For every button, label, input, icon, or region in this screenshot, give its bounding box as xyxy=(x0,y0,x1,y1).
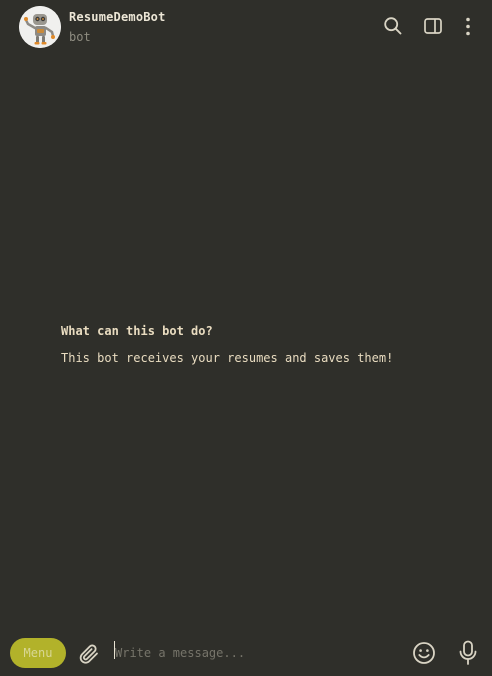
sidebar-toggle-icon xyxy=(424,18,442,34)
menu-button[interactable]: Menu xyxy=(10,638,66,668)
bot-intro: What can this bot do? This bot receives … xyxy=(61,322,481,367)
message-composer: Menu xyxy=(0,630,492,676)
more-vertical-icon xyxy=(466,17,470,36)
robot-avatar-icon xyxy=(19,6,61,48)
search-button[interactable] xyxy=(383,16,403,36)
chat-header: ResumeDemoBot bot xyxy=(0,0,492,56)
sidebar-toggle-button[interactable] xyxy=(423,16,443,36)
message-input[interactable] xyxy=(115,642,400,664)
attach-button[interactable] xyxy=(77,642,101,666)
bot-name[interactable]: ResumeDemoBot xyxy=(69,10,166,24)
attach-icon xyxy=(79,644,98,664)
bot-status: bot xyxy=(69,30,91,44)
emoji-icon xyxy=(413,642,435,664)
intro-title: What can this bot do? xyxy=(61,324,213,338)
search-icon xyxy=(384,17,402,35)
voice-message-button[interactable] xyxy=(456,640,480,666)
emoji-button[interactable] xyxy=(412,641,436,665)
more-options-button[interactable] xyxy=(458,16,478,36)
microphone-icon xyxy=(459,640,477,665)
intro-description: This bot receives your resumes and saves… xyxy=(61,351,394,365)
bot-avatar[interactable] xyxy=(19,6,61,48)
